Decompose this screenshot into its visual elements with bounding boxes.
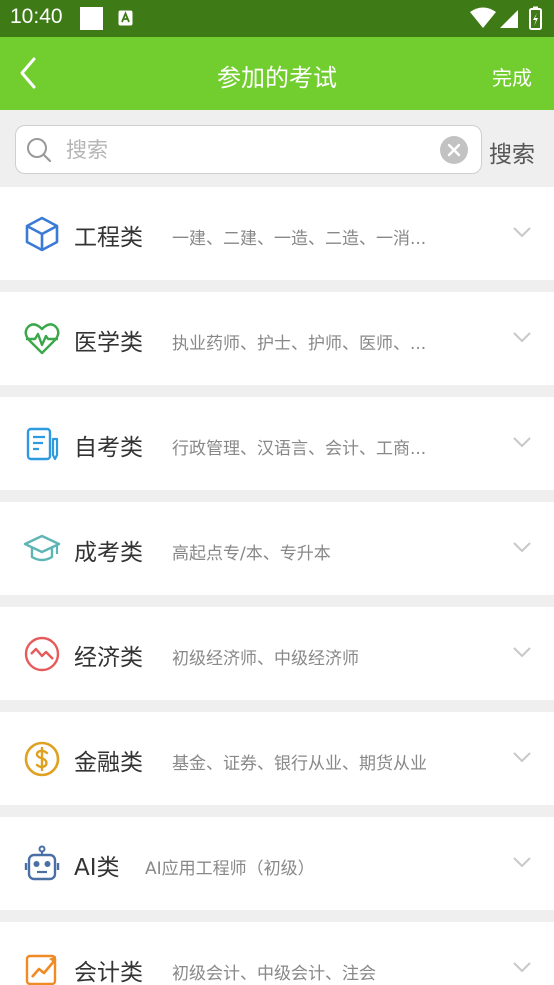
chevron-down-icon (513, 227, 531, 238)
category-desc: AI应用工程师（初级） (145, 859, 315, 879)
graduation-cap-icon (23, 534, 61, 562)
growth-chart-icon (25, 954, 57, 985)
category-row-ai[interactable]: AI类 AI应用工程师（初级） (0, 817, 554, 910)
notification-square-icon (80, 7, 103, 30)
notebook-pen-icon (26, 427, 59, 461)
status-bar: 10:40 (0, 0, 554, 37)
trend-circle-icon (24, 636, 60, 672)
search-button[interactable]: 搜索 (489, 135, 535, 169)
status-icons (470, 6, 542, 30)
chevron-down-icon (513, 857, 531, 868)
category-name: 自考类 (74, 435, 143, 461)
status-time: 10:40 (10, 5, 63, 28)
signal-icon (500, 10, 518, 28)
search-box (15, 125, 482, 174)
category-list: 工程类 一建、二建、一造、二造、一消... 医学类 执业药师、护士、护师、医师、… (0, 187, 554, 985)
category-desc: 初级会计、中级会计、注会 (172, 964, 376, 984)
category-name: 经济类 (74, 645, 143, 671)
category-name: 金融类 (74, 750, 143, 776)
chevron-down-icon (513, 962, 531, 973)
category-desc: 初级经济师、中级经济师 (172, 649, 359, 669)
category-row-adult-exam[interactable]: 成考类 高起点专/本、专升本 (0, 502, 554, 595)
notification-a-icon (118, 10, 133, 26)
category-desc: 基金、证券、银行从业、期货从业 (172, 754, 427, 774)
category-desc: 一建、二建、一造、二造、一消... (172, 229, 427, 249)
category-desc: 行政管理、汉语言、会计、工商... (172, 439, 427, 459)
category-name: 医学类 (74, 330, 143, 356)
category-row-economics[interactable]: 经济类 初级经济师、中级经济师 (0, 607, 554, 700)
category-name: 成考类 (74, 540, 143, 566)
chevron-down-icon (513, 752, 531, 763)
chevron-down-icon (513, 332, 531, 343)
category-row-engineering[interactable]: 工程类 一建、二建、一造、二造、一消... (0, 187, 554, 280)
category-name: 工程类 (74, 225, 143, 251)
done-button[interactable]: 完成 (492, 62, 532, 91)
category-name: AI类 (74, 855, 120, 881)
category-name: 会计类 (74, 960, 143, 985)
cube-icon (25, 216, 59, 252)
wifi-icon (470, 7, 496, 28)
category-row-medical[interactable]: 医学类 执业药师、护士、护师、医师、... (0, 292, 554, 385)
title-bar: 参加的考试 完成 (0, 37, 554, 110)
category-row-finance[interactable]: 金融类 基金、证券、银行从业、期货从业 (0, 712, 554, 805)
search-input[interactable] (66, 126, 436, 173)
dollar-coin-icon (24, 741, 60, 777)
search-row: 搜索 (0, 110, 554, 186)
category-row-self-study[interactable]: 自考类 行政管理、汉语言、会计、工商... (0, 397, 554, 490)
chevron-down-icon (513, 647, 531, 658)
category-desc: 高起点专/本、专升本 (172, 544, 331, 564)
chevron-down-icon (513, 542, 531, 553)
robot-icon (24, 845, 60, 881)
chevron-down-icon (513, 437, 531, 448)
search-icon (27, 138, 52, 163)
clear-icon[interactable] (440, 136, 468, 164)
battery-icon (529, 6, 542, 30)
heart-pulse-icon (24, 323, 60, 355)
category-desc: 执业药师、护士、护师、医师、... (172, 334, 427, 354)
category-row-accounting[interactable]: 会计类 初级会计、中级会计、注会 (0, 922, 554, 985)
page-title: 参加的考试 (217, 64, 337, 92)
